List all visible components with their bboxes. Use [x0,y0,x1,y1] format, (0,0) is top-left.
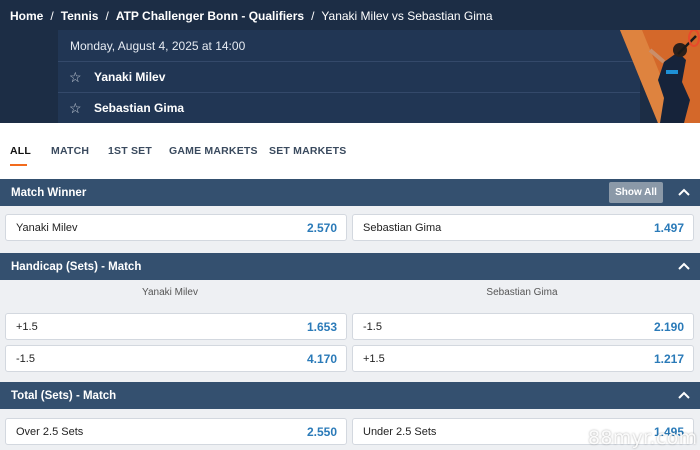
odds-button[interactable]: Over 2.5 Sets 2.550 [5,418,347,445]
show-all-button[interactable]: Show All [609,182,663,203]
odds-value: 1.653 [306,319,337,334]
odds-value: 2.550 [306,424,337,439]
handicap-column-headers: Yanaki Milev Sebastian Gima [0,281,700,308]
tab-match[interactable]: MATCH [51,145,89,157]
odds-button[interactable]: +1.5 1.653 [5,313,347,340]
outcome-label: -1.5 [16,352,35,365]
breadcrumb-separator: / [50,9,54,23]
breadcrumb-home[interactable]: Home [10,9,43,23]
column-header: Sebastian Gima [486,287,558,298]
odds-value: 1.497 [653,220,684,235]
event-header: Home / Tennis / ATP Challenger Bonn - Qu… [0,0,700,123]
outcome-label: Over 2.5 Sets [16,425,84,438]
outcome-label: Yanaki Milev [16,221,78,234]
breadcrumb: Home / Tennis / ATP Challenger Bonn - Qu… [10,8,493,24]
player-name: Sebastian Gima [94,101,185,115]
star-icon[interactable]: ☆ [69,70,83,84]
match-datetime: Monday, August 4, 2025 at 14:00 [70,39,246,53]
odds-button[interactable]: Sebastian Gima 1.497 [352,214,694,241]
market-tabs: ALL MATCH 1ST SET GAME MARKETS SET MARKE… [0,123,700,179]
breadcrumb-separator: / [105,9,109,23]
player-row-away: ☆ Sebastian Gima [58,92,640,123]
section-title: Total (Sets) - Match [11,389,117,402]
breadcrumb-current-match: Yanaki Milev vs Sebastian Gima [321,9,493,23]
odds-value: 2.190 [653,319,684,334]
outcome-label: +1.5 [363,352,385,365]
odds-button[interactable]: -1.5 4.170 [5,345,347,372]
breadcrumb-tennis[interactable]: Tennis [61,9,99,23]
breadcrumb-tournament[interactable]: ATP Challenger Bonn - Qualifiers [116,9,304,23]
outcome-label: Under 2.5 Sets [363,425,437,438]
section-title: Handicap (Sets) - Match [11,260,142,273]
tab-all[interactable]: ALL [10,145,31,157]
odds-value: 2.570 [306,220,337,235]
total-sets-header[interactable]: Total (Sets) - Match [0,382,700,409]
player-row-home: ☆ Yanaki Milev [58,61,640,92]
outcome-label: -1.5 [363,320,382,333]
chevron-up-icon[interactable] [678,261,690,271]
odds-button[interactable]: Yanaki Milev 2.570 [5,214,347,241]
chevron-up-icon[interactable] [678,187,690,197]
match-info-panel: Monday, August 4, 2025 at 14:00 ☆ Yanaki… [58,30,640,123]
outcome-label: Sebastian Gima [363,221,442,234]
section-title: Match Winner [11,186,87,199]
tab-1st-set[interactable]: 1ST SET [108,145,152,157]
star-icon[interactable]: ☆ [69,101,83,115]
tennis-player-image [620,30,700,123]
chevron-up-icon[interactable] [678,390,690,400]
outcome-label: +1.5 [16,320,38,333]
odds-button[interactable]: +1.5 1.217 [352,345,694,372]
match-winner-header[interactable]: Match Winner Show All [0,179,700,206]
handicap-header[interactable]: Handicap (Sets) - Match [0,253,700,280]
active-tab-indicator [10,164,27,166]
odds-value: 4.170 [306,351,337,366]
tab-set-markets[interactable]: SET MARKETS [269,145,346,157]
player-name: Yanaki Milev [94,70,166,84]
tab-game-markets[interactable]: GAME MARKETS [169,145,258,157]
odds-button[interactable]: -1.5 2.190 [352,313,694,340]
odds-value: 1.217 [653,351,684,366]
breadcrumb-separator: / [311,9,315,23]
watermark: 88myr.com [588,427,698,449]
column-header: Yanaki Milev [142,287,198,298]
